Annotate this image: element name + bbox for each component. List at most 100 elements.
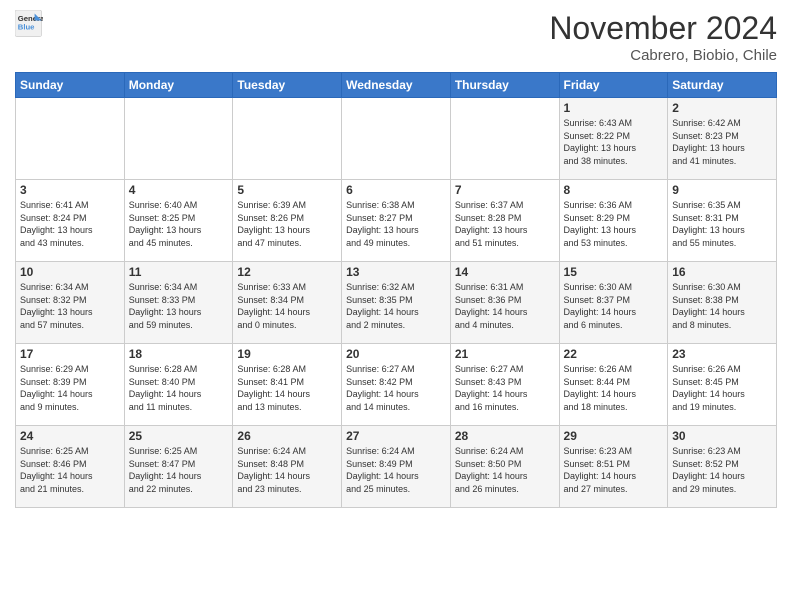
table-row: 7 Sunrise: 6:37 AM Sunset: 8:28 PM Daylig…: [450, 180, 559, 262]
table-row: 4 Sunrise: 6:40 AM Sunset: 8:25 PM Daylig…: [124, 180, 233, 262]
day-number: 8: [564, 183, 664, 197]
day-number: 20: [346, 347, 446, 361]
location-subtitle: Cabrero, Biobio, Chile: [549, 47, 777, 64]
day-number: 23: [672, 347, 772, 361]
table-row: [233, 98, 342, 180]
calendar-week-row: 3Sunrise: 6:41 AM Sunset: 8:24 PM Daylig…: [16, 180, 777, 262]
day-number: 11: [129, 265, 229, 279]
table-row: 25 Sunrise: 6:25 AM Sunset: 8:47 PM Dayli…: [124, 426, 233, 508]
day-info: Sunrise: 6:30 AM Sunset: 8:38 PM Dayligh…: [672, 281, 772, 331]
table-row: 20 Sunrise: 6:27 AM Sunset: 8:42 PM Dayli…: [342, 344, 451, 426]
day-number: 16: [672, 265, 772, 279]
table-row: 12 Sunrise: 6:33 AM Sunset: 8:34 PM Dayli…: [233, 262, 342, 344]
logo: General Blue: [15, 10, 43, 38]
day-number: 25: [129, 429, 229, 443]
day-number: 29: [564, 429, 664, 443]
day-info: Sunrise: 6:30 AM Sunset: 8:37 PM Dayligh…: [564, 281, 664, 331]
day-number: 5: [237, 183, 337, 197]
table-row: [450, 98, 559, 180]
day-number: 22: [564, 347, 664, 361]
calendar-header-row: Sunday Monday Tuesday Wednesday Thursday…: [16, 73, 777, 98]
table-row: [16, 98, 125, 180]
day-info: Sunrise: 6:35 AM Sunset: 8:31 PM Dayligh…: [672, 199, 772, 249]
day-info: Sunrise: 6:24 AM Sunset: 8:50 PM Dayligh…: [455, 445, 555, 495]
svg-text:Blue: Blue: [18, 23, 35, 32]
day-number: 10: [20, 265, 120, 279]
calendar-page: General Blue November 2024 Cabrero, Biob…: [0, 0, 792, 518]
col-sunday: Sunday: [16, 73, 125, 98]
day-info: Sunrise: 6:28 AM Sunset: 8:40 PM Dayligh…: [129, 363, 229, 413]
day-info: Sunrise: 6:34 AM Sunset: 8:32 PM Dayligh…: [20, 281, 120, 331]
day-info: Sunrise: 6:26 AM Sunset: 8:44 PM Dayligh…: [564, 363, 664, 413]
table-row: 5 Sunrise: 6:39 AM Sunset: 8:26 PM Daylig…: [233, 180, 342, 262]
day-info: Sunrise: 6:37 AM Sunset: 8:28 PM Dayligh…: [455, 199, 555, 249]
day-number: 1: [564, 101, 664, 115]
table-row: [124, 98, 233, 180]
logo-icon: General Blue: [15, 10, 43, 38]
day-number: 14: [455, 265, 555, 279]
day-info: Sunrise: 6:28 AM Sunset: 8:41 PM Dayligh…: [237, 363, 337, 413]
day-info: Sunrise: 6:31 AM Sunset: 8:36 PM Dayligh…: [455, 281, 555, 331]
day-info: Sunrise: 6:42 AM Sunset: 8:23 PM Dayligh…: [672, 117, 772, 167]
header: General Blue November 2024 Cabrero, Biob…: [15, 10, 777, 64]
table-row: 9 Sunrise: 6:35 AM Sunset: 8:31 PM Daylig…: [668, 180, 777, 262]
table-row: 22 Sunrise: 6:26 AM Sunset: 8:44 PM Dayli…: [559, 344, 668, 426]
day-number: 19: [237, 347, 337, 361]
day-info: Sunrise: 6:32 AM Sunset: 8:35 PM Dayligh…: [346, 281, 446, 331]
col-monday: Monday: [124, 73, 233, 98]
calendar-week-row: 24Sunrise: 6:25 AM Sunset: 8:46 PM Dayli…: [16, 426, 777, 508]
day-number: 21: [455, 347, 555, 361]
col-friday: Friday: [559, 73, 668, 98]
day-number: 3: [20, 183, 120, 197]
table-row: 13Sunrise: 6:32 AM Sunset: 8:35 PM Dayli…: [342, 262, 451, 344]
table-row: 19 Sunrise: 6:28 AM Sunset: 8:41 PM Dayli…: [233, 344, 342, 426]
col-saturday: Saturday: [668, 73, 777, 98]
col-wednesday: Wednesday: [342, 73, 451, 98]
calendar-week-row: 10 Sunrise: 6:34 AM Sunset: 8:32 PM Dayli…: [16, 262, 777, 344]
table-row: 23 Sunrise: 6:26 AM Sunset: 8:45 PM Dayli…: [668, 344, 777, 426]
day-info: Sunrise: 6:27 AM Sunset: 8:42 PM Dayligh…: [346, 363, 446, 413]
day-number: 24: [20, 429, 120, 443]
day-info: Sunrise: 6:36 AM Sunset: 8:29 PM Dayligh…: [564, 199, 664, 249]
month-title: November 2024: [549, 10, 777, 47]
table-row: 21Sunrise: 6:27 AM Sunset: 8:43 PM Dayli…: [450, 344, 559, 426]
table-row: 2Sunrise: 6:42 AM Sunset: 8:23 PM Daylig…: [668, 98, 777, 180]
table-row: 30 Sunrise: 6:23 AM Sunset: 8:52 PM Dayli…: [668, 426, 777, 508]
table-row: 29 Sunrise: 6:23 AM Sunset: 8:51 PM Dayli…: [559, 426, 668, 508]
table-row: 1Sunrise: 6:43 AM Sunset: 8:22 PM Daylig…: [559, 98, 668, 180]
day-info: Sunrise: 6:25 AM Sunset: 8:47 PM Dayligh…: [129, 445, 229, 495]
day-info: Sunrise: 6:23 AM Sunset: 8:51 PM Dayligh…: [564, 445, 664, 495]
day-info: Sunrise: 6:33 AM Sunset: 8:34 PM Dayligh…: [237, 281, 337, 331]
day-number: 12: [237, 265, 337, 279]
table-row: 15 Sunrise: 6:30 AM Sunset: 8:37 PM Dayli…: [559, 262, 668, 344]
calendar-table: Sunday Monday Tuesday Wednesday Thursday…: [15, 72, 777, 508]
day-number: 4: [129, 183, 229, 197]
day-number: 27: [346, 429, 446, 443]
table-row: 18 Sunrise: 6:28 AM Sunset: 8:40 PM Dayli…: [124, 344, 233, 426]
day-info: Sunrise: 6:29 AM Sunset: 8:39 PM Dayligh…: [20, 363, 120, 413]
day-info: Sunrise: 6:23 AM Sunset: 8:52 PM Dayligh…: [672, 445, 772, 495]
table-row: 26Sunrise: 6:24 AM Sunset: 8:48 PM Dayli…: [233, 426, 342, 508]
table-row: 16 Sunrise: 6:30 AM Sunset: 8:38 PM Dayli…: [668, 262, 777, 344]
table-row: 3Sunrise: 6:41 AM Sunset: 8:24 PM Daylig…: [16, 180, 125, 262]
day-number: 17: [20, 347, 120, 361]
day-number: 30: [672, 429, 772, 443]
day-number: 6: [346, 183, 446, 197]
table-row: 24Sunrise: 6:25 AM Sunset: 8:46 PM Dayli…: [16, 426, 125, 508]
day-info: Sunrise: 6:34 AM Sunset: 8:33 PM Dayligh…: [129, 281, 229, 331]
day-info: Sunrise: 6:40 AM Sunset: 8:25 PM Dayligh…: [129, 199, 229, 249]
day-number: 7: [455, 183, 555, 197]
table-row: 27Sunrise: 6:24 AM Sunset: 8:49 PM Dayli…: [342, 426, 451, 508]
day-number: 15: [564, 265, 664, 279]
table-row: 8 Sunrise: 6:36 AM Sunset: 8:29 PM Daylig…: [559, 180, 668, 262]
table-row: 17 Sunrise: 6:29 AM Sunset: 8:39 PM Dayli…: [16, 344, 125, 426]
calendar-week-row: 1Sunrise: 6:43 AM Sunset: 8:22 PM Daylig…: [16, 98, 777, 180]
table-row: 10 Sunrise: 6:34 AM Sunset: 8:32 PM Dayli…: [16, 262, 125, 344]
day-number: 18: [129, 347, 229, 361]
day-info: Sunrise: 6:39 AM Sunset: 8:26 PM Dayligh…: [237, 199, 337, 249]
day-number: 9: [672, 183, 772, 197]
col-tuesday: Tuesday: [233, 73, 342, 98]
table-row: 14 Sunrise: 6:31 AM Sunset: 8:36 PM Dayli…: [450, 262, 559, 344]
day-number: 26: [237, 429, 337, 443]
day-info: Sunrise: 6:26 AM Sunset: 8:45 PM Dayligh…: [672, 363, 772, 413]
